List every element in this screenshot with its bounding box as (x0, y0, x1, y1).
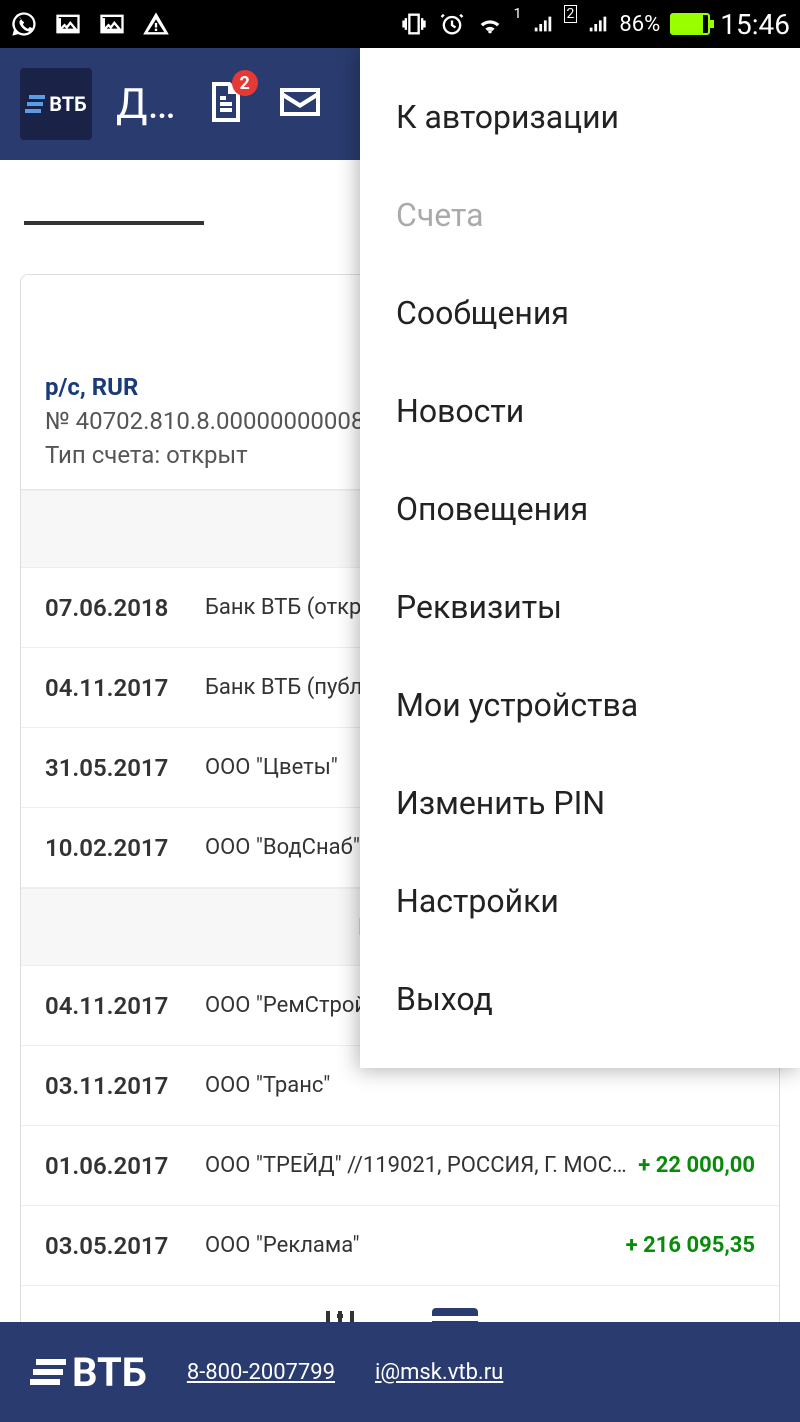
footer-logo: ВТБ (30, 1349, 147, 1396)
transaction-desc: ООО "Транс" (205, 1073, 745, 1098)
footer-phone-link[interactable]: 8-800-2007799 (187, 1360, 335, 1385)
warning-icon (142, 10, 170, 38)
sim1-indicator: 1 (514, 6, 522, 22)
signal-icon (587, 10, 609, 38)
page-title: Д… (116, 80, 176, 129)
footer-email-link[interactable]: i@msk.vtb.ru (375, 1360, 503, 1385)
transaction-date: 04.11.2017 (45, 992, 205, 1020)
envelope-icon (276, 78, 324, 126)
mail-button[interactable] (276, 78, 324, 130)
transaction-date: 01.06.2017 (45, 1152, 205, 1180)
menu-item[interactable]: К авторизации (360, 68, 800, 166)
documents-button[interactable]: 2 (200, 78, 248, 130)
transaction-date: 03.05.2017 (45, 1232, 205, 1260)
picture-icon (98, 10, 126, 38)
footer-bar: ВТБ 8-800-2007799 i@msk.vtb.ru (0, 1322, 800, 1422)
status-time: 15:46 (720, 8, 790, 41)
battery-icon (670, 13, 710, 35)
menu-item[interactable]: Сообщения (360, 264, 800, 362)
battery-percent: 86% (619, 12, 660, 37)
transaction-row[interactable]: 03.05.2017ООО "Реклама" + 216 095,35 (21, 1206, 779, 1286)
transaction-date: 03.11.2017 (45, 1072, 205, 1100)
transaction-date: 04.11.2017 (45, 674, 205, 702)
vtb-logo[interactable]: ВТБ (20, 68, 92, 140)
notification-badge: 2 (232, 70, 258, 96)
android-status-bar: 1 2 86% 15:46 (0, 0, 800, 48)
menu-item[interactable]: Выход (360, 950, 800, 1048)
whatsapp-icon (10, 10, 38, 38)
wifi-icon (476, 10, 504, 38)
menu-item[interactable]: Настройки (360, 852, 800, 950)
transaction-desc: ООО "ТРЕЙД" //119021, РОССИЯ, Г. МОСКВА,… (205, 1153, 628, 1178)
menu-item[interactable]: Реквизиты (360, 558, 800, 656)
picture-icon (54, 10, 82, 38)
transaction-date: 07.06.2018 (45, 594, 205, 622)
menu-item[interactable]: Мои устройства (360, 656, 800, 754)
overflow-menu: К авторизацииСчетаСообщенияНовостиОповещ… (360, 48, 800, 1068)
menu-item[interactable]: Оповещения (360, 460, 800, 558)
menu-item: Счета (360, 166, 800, 264)
menu-item[interactable]: Новости (360, 362, 800, 460)
transaction-row[interactable]: 01.06.2017ООО "ТРЕЙД" //119021, РОССИЯ, … (21, 1126, 779, 1206)
sim2-indicator: 2 (564, 5, 578, 23)
transaction-date: 31.05.2017 (45, 754, 205, 782)
transaction-amount: + 216 095,35 (626, 1233, 755, 1258)
signal-icon (532, 10, 554, 38)
transaction-date: 10.02.2017 (45, 834, 205, 862)
transaction-desc: ООО "Реклама" (205, 1233, 616, 1258)
vibrate-icon (400, 10, 428, 38)
alarm-icon (438, 10, 466, 38)
transaction-amount: + 22 000,00 (638, 1153, 755, 1178)
menu-item[interactable]: Изменить PIN (360, 754, 800, 852)
